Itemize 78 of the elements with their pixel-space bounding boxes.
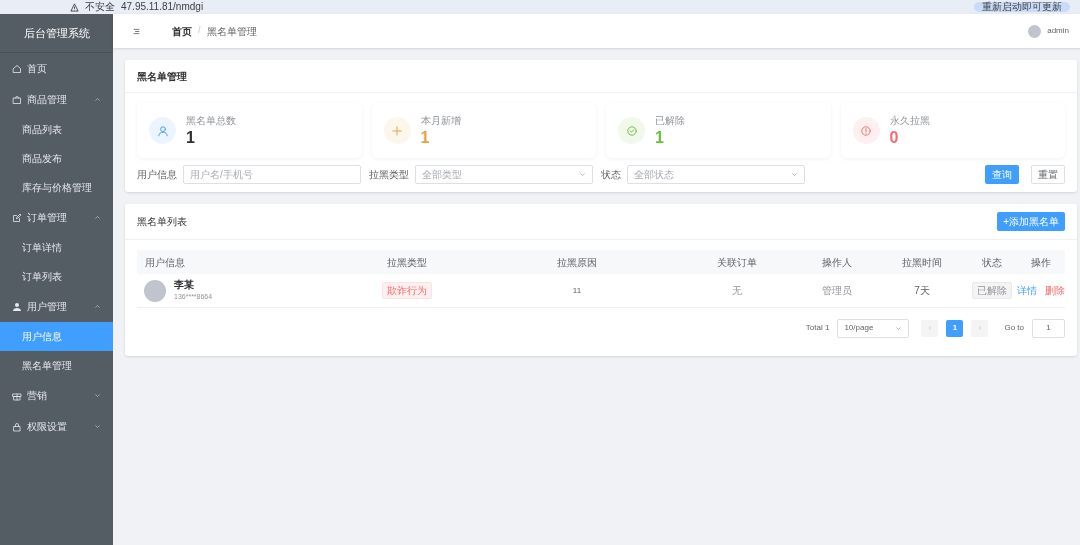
table-cell-text: 管理员 [821,284,853,298]
user-icon [12,301,22,312]
filter-label: 状态 [601,167,621,182]
chevron-icon [94,96,101,103]
stat-label: 黑名单总数 [186,114,236,128]
chevron-icon [94,303,101,310]
chevron-right-icon [976,325,983,331]
username: admin [1047,25,1069,37]
sidebar-subitem[interactable]: 订单列表 [0,262,113,291]
chevron-icon [895,324,903,332]
breadcrumb-item[interactable]: 首页 [172,23,192,39]
table-cell-text: 11 [571,284,583,297]
sidebar-subitem[interactable]: 商品列表 [0,115,113,144]
sidebar-item[interactable]: 订单管理 [0,202,113,233]
update-button[interactable]: 重新启动即可更新 [974,2,1070,12]
card-title: 黑名单管理 [125,60,1077,93]
type-tag: 欺诈行为 [382,282,432,299]
user-name: 李某 [174,278,195,291]
security-label: 不安全 [85,2,115,12]
sidebar-subitem[interactable]: 订单详情 [0,233,113,262]
stat-value: 1 [420,128,431,148]
avatar [144,279,166,302]
column-header: 用户信息 [144,255,186,270]
reset-button[interactable]: 重置 [1031,164,1065,184]
chevron-left-icon [926,325,933,331]
column-header: 拉黑类型 [386,255,428,270]
stat-value: 0 [889,128,900,148]
column-header: 状态 [981,255,1003,270]
sidebar-subitem[interactable]: 黑名单管理 [0,351,113,380]
stat-label: 已解除 [655,114,685,128]
lock-icon [12,421,22,432]
goto-field[interactable]: 1 [1032,318,1065,338]
column-header: 操作人 [821,255,853,270]
total-count: Total 1 [805,322,830,334]
stat-value: 1 [186,128,196,148]
avatar[interactable] [1028,24,1042,38]
chevron-icon [791,170,798,178]
breadcrumb-separator: / [198,24,201,38]
stat-value: 1 [655,128,665,148]
breadcrumb-item: 黑名单管理 [206,24,257,39]
sidebar-item[interactable]: 商品管理 [0,84,113,115]
filter-label: 用户信息 [137,167,177,182]
check-circle-icon [625,124,638,137]
table-cell-text: 无 [731,284,743,298]
stat-label: 本月新增 [420,114,461,128]
sidebar-item[interactable]: 首页 [0,53,113,84]
column-header: 拉黑时间 [901,255,943,270]
sidebar-item[interactable]: 营销 [0,380,113,411]
chevron-icon [94,214,101,221]
column-header: 拉黑原因 [556,255,598,270]
next-page-button[interactable] [971,319,989,337]
alert-circle-icon [860,124,872,137]
sidebar-item[interactable]: 权限设置 [0,411,113,442]
stat-label: 永久拉黑 [889,114,930,128]
address-text: 47.95.11.81/nmdgi [121,2,204,12]
bag-icon [12,94,22,105]
chevron-icon [94,423,101,430]
chevron-icon [579,170,586,178]
plus-icon [391,124,403,137]
chevron-icon [94,392,101,399]
page-size-select[interactable]: 10/page [837,318,910,338]
sidebar-item[interactable]: 用户管理 [0,291,113,322]
menu-icon[interactable] [133,27,140,35]
edit-icon [12,212,22,223]
gift-icon [12,390,22,401]
home-icon [12,63,22,74]
column-header: 操作 [1030,255,1052,270]
card-title: 黑名单列表 [137,215,187,229]
user-icon [156,124,169,137]
sidebar-subitem[interactable]: 库存与价格管理 [0,173,113,202]
filter-label: 拉黑类型 [369,167,409,182]
status-tag: 已解除 [972,282,1012,299]
table-cell-text: 7天 [913,284,931,298]
column-header: 关联订单 [716,255,758,270]
sidebar-subitem[interactable]: 商品发布 [0,144,113,173]
prev-page-button[interactable] [921,319,939,337]
warning-icon [70,2,79,12]
goto-label: Go to [1004,322,1024,334]
